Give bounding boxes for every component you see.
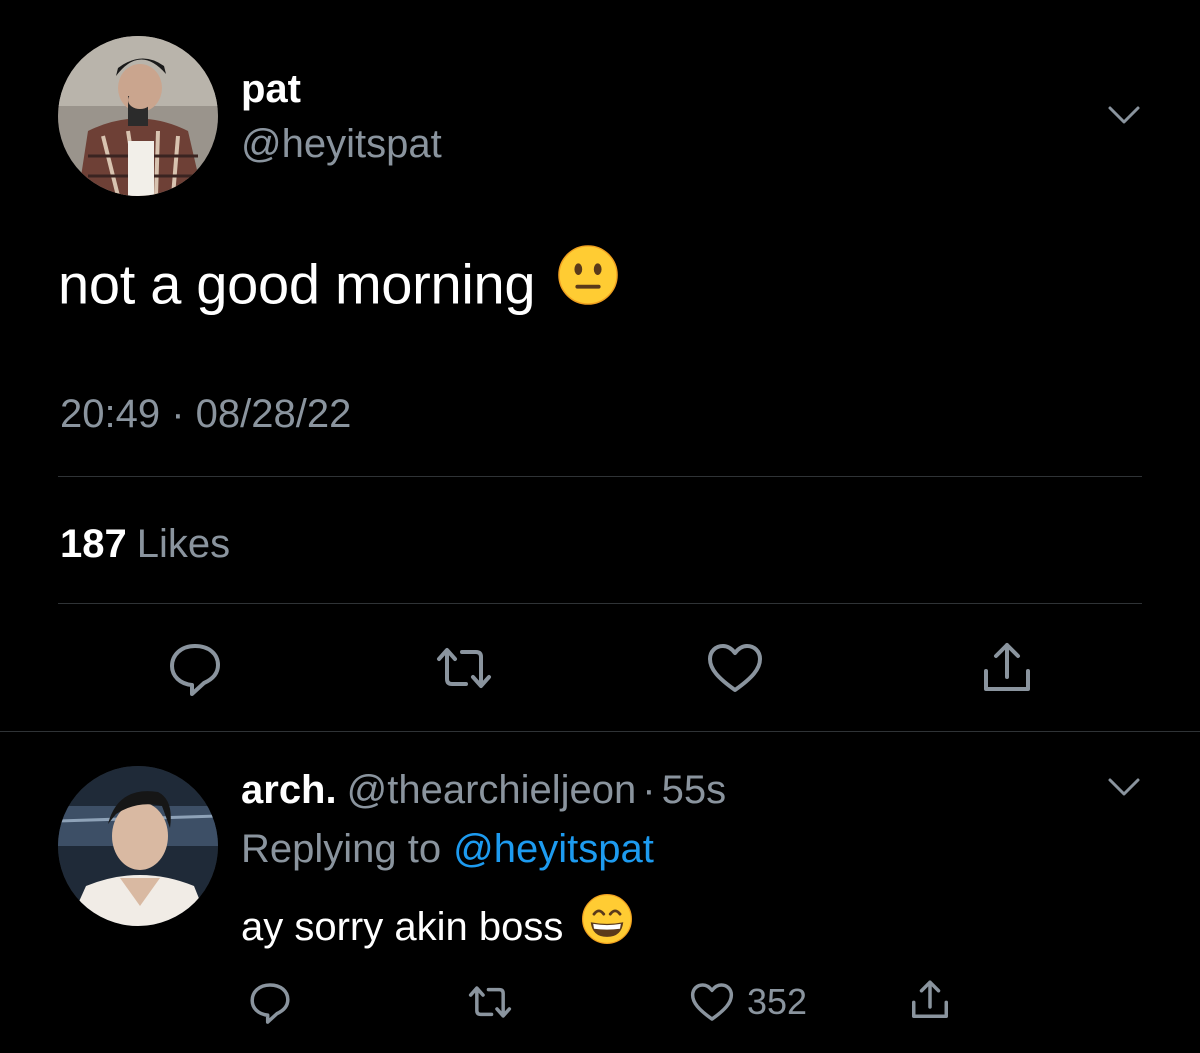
- replying-to: Replying to @heyitspat: [241, 825, 654, 873]
- likes-label: Likes: [136, 522, 231, 566]
- reply-icon[interactable]: [246, 978, 294, 1026]
- reply-avatar[interactable]: [58, 766, 218, 926]
- avatar-photo-reply: [58, 766, 218, 926]
- tweet-text-body: not a good morning: [58, 252, 536, 316]
- chevron-down-icon[interactable]: [1104, 98, 1144, 134]
- avatar-photo-main: [58, 36, 218, 196]
- replying-to-link[interactable]: @heyitspat: [453, 827, 654, 871]
- share-icon[interactable]: [906, 976, 954, 1024]
- likes-summary[interactable]: 187 Likes: [60, 520, 230, 568]
- user-handle[interactable]: @heyitspat: [241, 121, 442, 167]
- reply-handle[interactable]: @thearchieljeon: [347, 768, 637, 812]
- replying-label: Replying to: [241, 827, 442, 871]
- reply-text: ay sorry akin boss: [241, 894, 633, 962]
- like-icon[interactable]: [688, 978, 736, 1026]
- share-icon[interactable]: [976, 637, 1038, 699]
- tweet-timestamp[interactable]: 20:49 · 08/28/22: [60, 390, 351, 438]
- reply-header: arch. @thearchieljeon · 55s: [241, 766, 726, 814]
- grinning-face-emoji: [581, 893, 633, 958]
- reply-like-count: 352: [747, 981, 808, 1022]
- retweet-icon[interactable]: [466, 978, 514, 1026]
- reply-separator: ·: [642, 768, 656, 812]
- chevron-down-icon[interactable]: [1104, 770, 1144, 806]
- reply-icon[interactable]: [164, 637, 226, 699]
- like-icon[interactable]: [704, 637, 766, 699]
- divider: [0, 731, 1200, 732]
- reply-time[interactable]: 55s: [662, 768, 727, 812]
- likes-count: 187: [60, 522, 127, 566]
- retweet-icon[interactable]: [433, 637, 495, 699]
- reply-display-name[interactable]: arch.: [241, 768, 337, 812]
- divider: [58, 476, 1142, 477]
- divider: [58, 603, 1142, 604]
- main-avatar[interactable]: [58, 36, 218, 196]
- tweet-text: not a good morning: [58, 245, 619, 327]
- neutral-face-emoji: [557, 244, 619, 321]
- reply-text-body: ay sorry akin boss: [241, 905, 564, 950]
- display-name[interactable]: pat: [241, 66, 301, 112]
